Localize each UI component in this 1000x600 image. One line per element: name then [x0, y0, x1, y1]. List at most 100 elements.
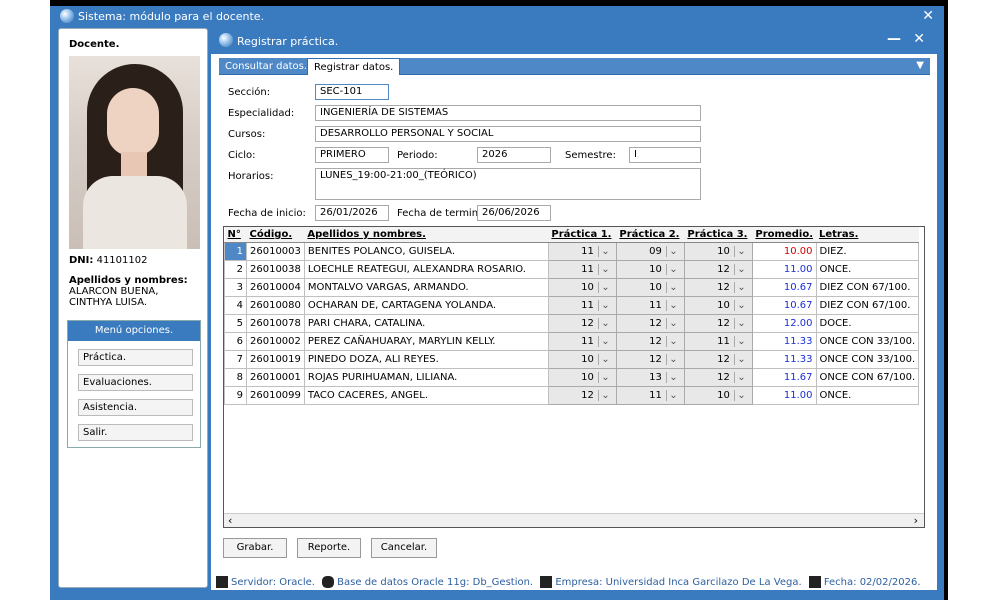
chevron-down-icon[interactable]: ⌄: [665, 317, 680, 329]
chevron-down-icon[interactable]: ⌄: [597, 317, 612, 329]
horizontal-scrollbar[interactable]: ‹ ›: [224, 513, 924, 527]
chevron-down-icon[interactable]: ⌄: [665, 371, 680, 383]
seccion-field[interactable]: SEC-101: [315, 84, 389, 100]
col-p2[interactable]: Práctica 2.: [616, 227, 685, 243]
menu-item-asistencia[interactable]: Asistencia.: [78, 399, 193, 416]
minimize-button[interactable]: —: [887, 31, 901, 47]
row-p2-select[interactable]: 10 ⌄: [615, 259, 685, 279]
row-p1-select[interactable]: 12 ⌄: [547, 385, 617, 405]
grabar-button[interactable]: Grabar.: [223, 538, 287, 558]
row-p1-select[interactable]: 12 ⌄: [547, 313, 617, 333]
tab-dropdown-icon[interactable]: ▼: [916, 60, 924, 71]
table-row[interactable]: 3 26010004 MONTALVO VARGAS, ARMANDO. 10 ⌄ 10 ⌄…: [224, 277, 920, 297]
chevron-down-icon[interactable]: ⌄: [665, 263, 680, 275]
row-p3-select[interactable]: 12 ⌄: [683, 367, 753, 387]
row-p1-select[interactable]: 10 ⌄: [547, 367, 617, 387]
row-p2-select[interactable]: 12 ⌄: [615, 349, 685, 369]
table-row[interactable]: 7 26010019 PINEDO DOZA, ALI REYES. 10 ⌄ 12 ⌄ 12…: [224, 349, 920, 369]
chevron-down-icon[interactable]: ⌄: [665, 353, 680, 365]
row-p3-select[interactable]: 11 ⌄: [683, 331, 753, 351]
fecha-inicio-field[interactable]: 26/01/2026: [315, 205, 389, 221]
chevron-down-icon[interactable]: ⌄: [597, 245, 612, 257]
row-p2-select[interactable]: 10 ⌄: [615, 277, 685, 297]
row-p2-select[interactable]: 12 ⌄: [615, 313, 685, 333]
chevron-down-icon[interactable]: ⌄: [665, 245, 680, 257]
chevron-down-icon[interactable]: ⌄: [733, 245, 748, 257]
tab-registrar[interactable]: Registrar datos.: [307, 58, 401, 75]
scroll-right-icon[interactable]: ›: [914, 514, 918, 527]
col-letras[interactable]: Letras.: [816, 227, 919, 243]
chevron-down-icon[interactable]: ⌄: [597, 299, 612, 311]
chevron-down-icon[interactable]: ⌄: [597, 263, 612, 275]
row-p1-select[interactable]: 11 ⌄: [547, 295, 617, 315]
table-row[interactable]: 5 26010078 PARI CHARA, CATALINA. 12 ⌄ 12 ⌄ 12 ⌄ 1…: [224, 313, 920, 333]
row-p3-select[interactable]: 12 ⌄: [683, 313, 753, 333]
row-p3-select[interactable]: 12 ⌄: [683, 349, 753, 369]
row-p1-select[interactable]: 11 ⌄: [547, 259, 617, 279]
table-row[interactable]: 1 26010003 BENITES POLANCO, GUISELA. 11 ⌄ 09 ⌄…: [224, 241, 920, 261]
row-p1-select[interactable]: 10 ⌄: [547, 349, 617, 369]
chevron-down-icon[interactable]: ⌄: [597, 281, 612, 293]
chevron-down-icon[interactable]: ⌄: [597, 335, 612, 347]
chevron-down-icon[interactable]: ⌄: [665, 335, 680, 347]
chevron-down-icon[interactable]: ⌄: [665, 299, 680, 311]
row-p2-select[interactable]: 12 ⌄: [615, 331, 685, 351]
scroll-left-icon[interactable]: ‹: [228, 514, 232, 527]
col-n[interactable]: N°: [224, 227, 247, 243]
row-p2-select[interactable]: 11 ⌄: [615, 385, 685, 405]
chevron-down-icon[interactable]: ⌄: [733, 353, 748, 365]
cursos-field[interactable]: DESARROLLO PERSONAL Y SOCIAL: [315, 126, 701, 142]
row-number: 9: [224, 385, 247, 405]
options-menu: Menú opciones. Práctica. Evaluaciones. A…: [67, 320, 201, 448]
chevron-down-icon[interactable]: ⌄: [665, 281, 680, 293]
especialidad-field[interactable]: INGENIERÍA DE SISTEMAS: [315, 105, 701, 121]
row-p1-select[interactable]: 11 ⌄: [547, 331, 617, 351]
menu-item-salir[interactable]: Salir.: [78, 424, 193, 441]
window-close-button[interactable]: ✕: [922, 8, 934, 24]
chevron-down-icon[interactable]: ⌄: [733, 317, 748, 329]
chevron-down-icon[interactable]: ⌄: [597, 353, 612, 365]
tab-consultar[interactable]: Consultar datos.: [219, 58, 313, 75]
chevron-down-icon[interactable]: ⌄: [733, 263, 748, 275]
col-p3[interactable]: Práctica 3.: [684, 227, 753, 243]
chevron-down-icon[interactable]: ⌄: [597, 371, 612, 383]
col-p1[interactable]: Práctica 1.: [548, 227, 617, 243]
row-p3-select[interactable]: 10 ⌄: [683, 385, 753, 405]
grade-value: 10: [717, 299, 730, 311]
row-p2-select[interactable]: 11 ⌄: [615, 295, 685, 315]
row-p1-select[interactable]: 10 ⌄: [547, 277, 617, 297]
chevron-down-icon[interactable]: ⌄: [733, 371, 748, 383]
periodo-field[interactable]: 2026: [477, 147, 551, 163]
menu-item-practica[interactable]: Práctica.: [78, 349, 193, 366]
horarios-field[interactable]: LUNES_19:00-21:00_(TEÓRICO): [315, 168, 701, 200]
row-p2-select[interactable]: 13 ⌄: [615, 367, 685, 387]
table-row[interactable]: 8 26010001 ROJAS PURIHUAMAN, LILIANA. 10 ⌄ 13…: [224, 367, 920, 387]
table-row[interactable]: 2 26010038 LOECHLE REATEGUI, ALEXANDRA ROS…: [224, 259, 920, 279]
menu-item-evaluaciones[interactable]: Evaluaciones.: [78, 374, 193, 391]
chevron-down-icon[interactable]: ⌄: [733, 281, 748, 293]
table-row[interactable]: 6 26010002 PEREZ CAÑAHUARAY, MARYLIN KELLY…: [224, 331, 920, 351]
row-p3-select[interactable]: 12 ⌄: [683, 277, 753, 297]
row-p3-select[interactable]: 10 ⌄: [683, 295, 753, 315]
row-p3-select[interactable]: 12 ⌄: [683, 259, 753, 279]
row-p2-select[interactable]: 09 ⌄: [615, 241, 685, 261]
col-promedio[interactable]: Promedio.: [752, 227, 816, 243]
table-row[interactable]: 4 26010080 OCHARAN DE, CARTAGENA YOLANDA. 1…: [224, 295, 920, 315]
reporte-button[interactable]: Reporte.: [297, 538, 361, 558]
row-p1-select[interactable]: 11 ⌄: [547, 241, 617, 261]
chevron-down-icon[interactable]: ⌄: [597, 389, 612, 401]
col-nombre[interactable]: Apellidos y nombres.: [304, 227, 549, 243]
fecha-termino-field[interactable]: 26/06/2026: [477, 205, 551, 221]
row-promedio: 11.00: [751, 385, 817, 405]
chevron-down-icon[interactable]: ⌄: [733, 389, 748, 401]
chevron-down-icon[interactable]: ⌄: [733, 299, 748, 311]
semestre-field[interactable]: I: [629, 147, 701, 163]
row-p3-select[interactable]: 10 ⌄: [683, 241, 753, 261]
col-codigo[interactable]: Código.: [246, 227, 305, 243]
practice-close-button[interactable]: ✕: [913, 31, 925, 47]
chevron-down-icon[interactable]: ⌄: [665, 389, 680, 401]
table-row[interactable]: 9 26010099 TACO CACERES, ANGEL. 12 ⌄ 11 ⌄ 10 ⌄ 11…: [224, 385, 920, 405]
ciclo-field[interactable]: PRIMERO: [315, 147, 389, 163]
cancelar-button[interactable]: Cancelar.: [371, 538, 437, 558]
chevron-down-icon[interactable]: ⌄: [733, 335, 748, 347]
